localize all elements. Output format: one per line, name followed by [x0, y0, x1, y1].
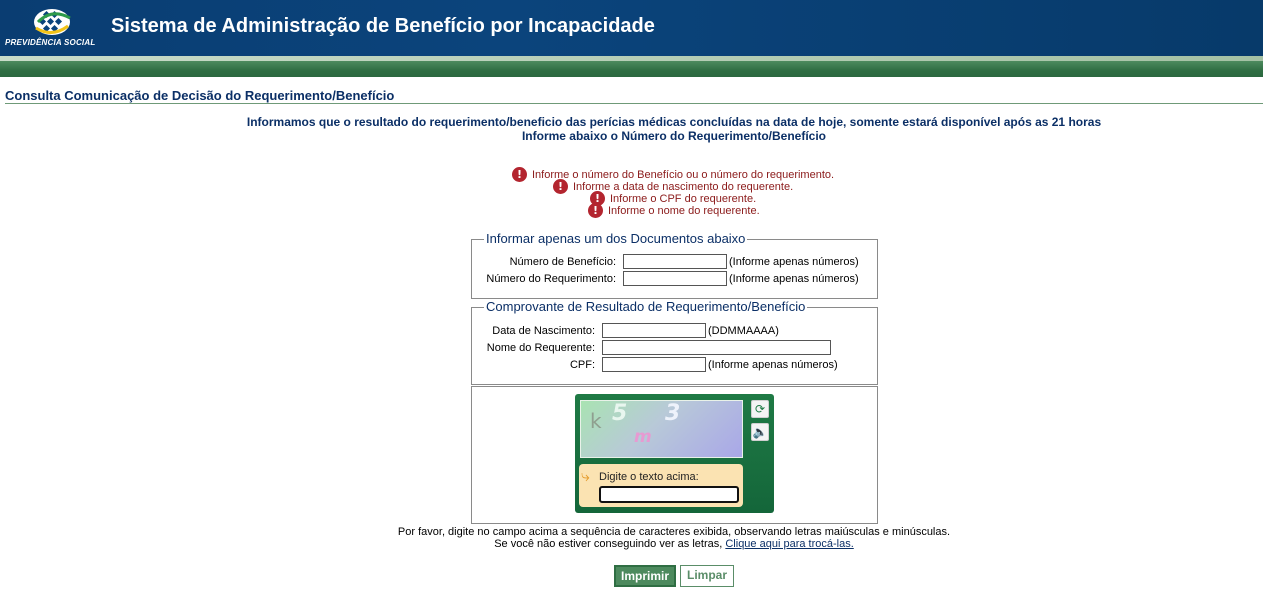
arrow-icon: ⤷ [581, 468, 590, 485]
refresh-icon[interactable]: ⟳ [751, 400, 769, 418]
captcha-input-panel: ⤷ Digite o texto acima: [579, 464, 743, 507]
info-instruction: Informe abaixo o Número do Requerimento/… [521, 129, 827, 143]
documents-fieldset: Informar apenas um dos Documentos abaixo… [471, 231, 878, 299]
cpf-hint: (Informe apenas números) [708, 359, 838, 371]
print-button[interactable]: Imprimir [614, 565, 676, 587]
clear-button[interactable]: Limpar [680, 565, 734, 587]
nascimento-input[interactable] [602, 323, 706, 338]
comprovante-fieldset: Comprovante de Resultado de Requerimento… [471, 299, 878, 385]
nascimento-hint: (DDMMAAAA) [708, 325, 779, 337]
comprovante-legend: Comprovante de Resultado de Requerimento… [484, 299, 808, 314]
captcha-char: 5 [612, 401, 628, 426]
nascimento-label: Data de Nascimento: [492, 325, 595, 337]
captcha-char: m [634, 427, 652, 447]
captcha-char: k [590, 409, 602, 433]
captcha-input[interactable] [599, 486, 739, 503]
error-message: ! Informe o nome do requerente. [588, 203, 760, 218]
captcha-char: 3 [665, 401, 681, 426]
requerimento-hint: (Informe apenas números) [729, 273, 859, 285]
change-captcha-link[interactable]: Clique aqui para trocá-las. [725, 538, 853, 550]
app-header: PREVIDÊNCIA SOCIAL Sistema de Administra… [0, 0, 1263, 56]
captcha-prompt: Digite o texto acima: [599, 471, 699, 483]
error-icon: ! [512, 167, 527, 182]
error-icon: ! [553, 179, 568, 194]
requerimento-label: Número do Requerimento: [486, 273, 616, 285]
captcha-note: Por favor, digite no campo acima a sequê… [397, 526, 951, 538]
title-divider [5, 103, 1263, 104]
logo-text: PREVIDÊNCIA SOCIAL [5, 38, 96, 47]
error-text: Informe a data de nascimento do requeren… [573, 180, 794, 193]
header-band-green [0, 61, 1263, 77]
beneficio-label: Número de Benefício: [509, 256, 616, 268]
app-title: Sistema de Administração de Benefício po… [111, 15, 655, 37]
captcha-widget: k 5 3 m ⟳ 🔈 ⤷ Digite o texto acima: [575, 394, 774, 513]
speaker-icon[interactable]: 🔈 [751, 423, 769, 441]
captcha-image: k 5 3 m [580, 400, 743, 458]
captcha-note-change: Se você não estiver conseguindo ver as l… [0, 538, 1263, 550]
error-text: Informe o CPF do requerente. [610, 192, 757, 205]
documents-legend: Informar apenas um dos Documentos abaixo [484, 231, 748, 246]
captcha-note-prefix: Se você não estiver conseguindo ver as l… [494, 538, 723, 550]
error-text: Informe o número do Benefício ou o númer… [532, 168, 835, 181]
beneficio-input[interactable] [623, 254, 727, 269]
error-text: Informe o nome do requerente. [608, 204, 760, 217]
requerimento-input[interactable] [623, 271, 727, 286]
nome-input[interactable] [602, 340, 831, 355]
page-title: Consulta Comunicação de Decisão do Reque… [5, 88, 395, 103]
cpf-input[interactable] [602, 357, 706, 372]
error-icon: ! [588, 203, 603, 218]
beneficio-hint: (Informe apenas números) [729, 256, 859, 268]
nome-label: Nome do Requerente: [486, 342, 595, 354]
info-message: Informamos que o resultado do requerimen… [246, 115, 1102, 129]
cpf-label: CPF: [569, 359, 595, 371]
